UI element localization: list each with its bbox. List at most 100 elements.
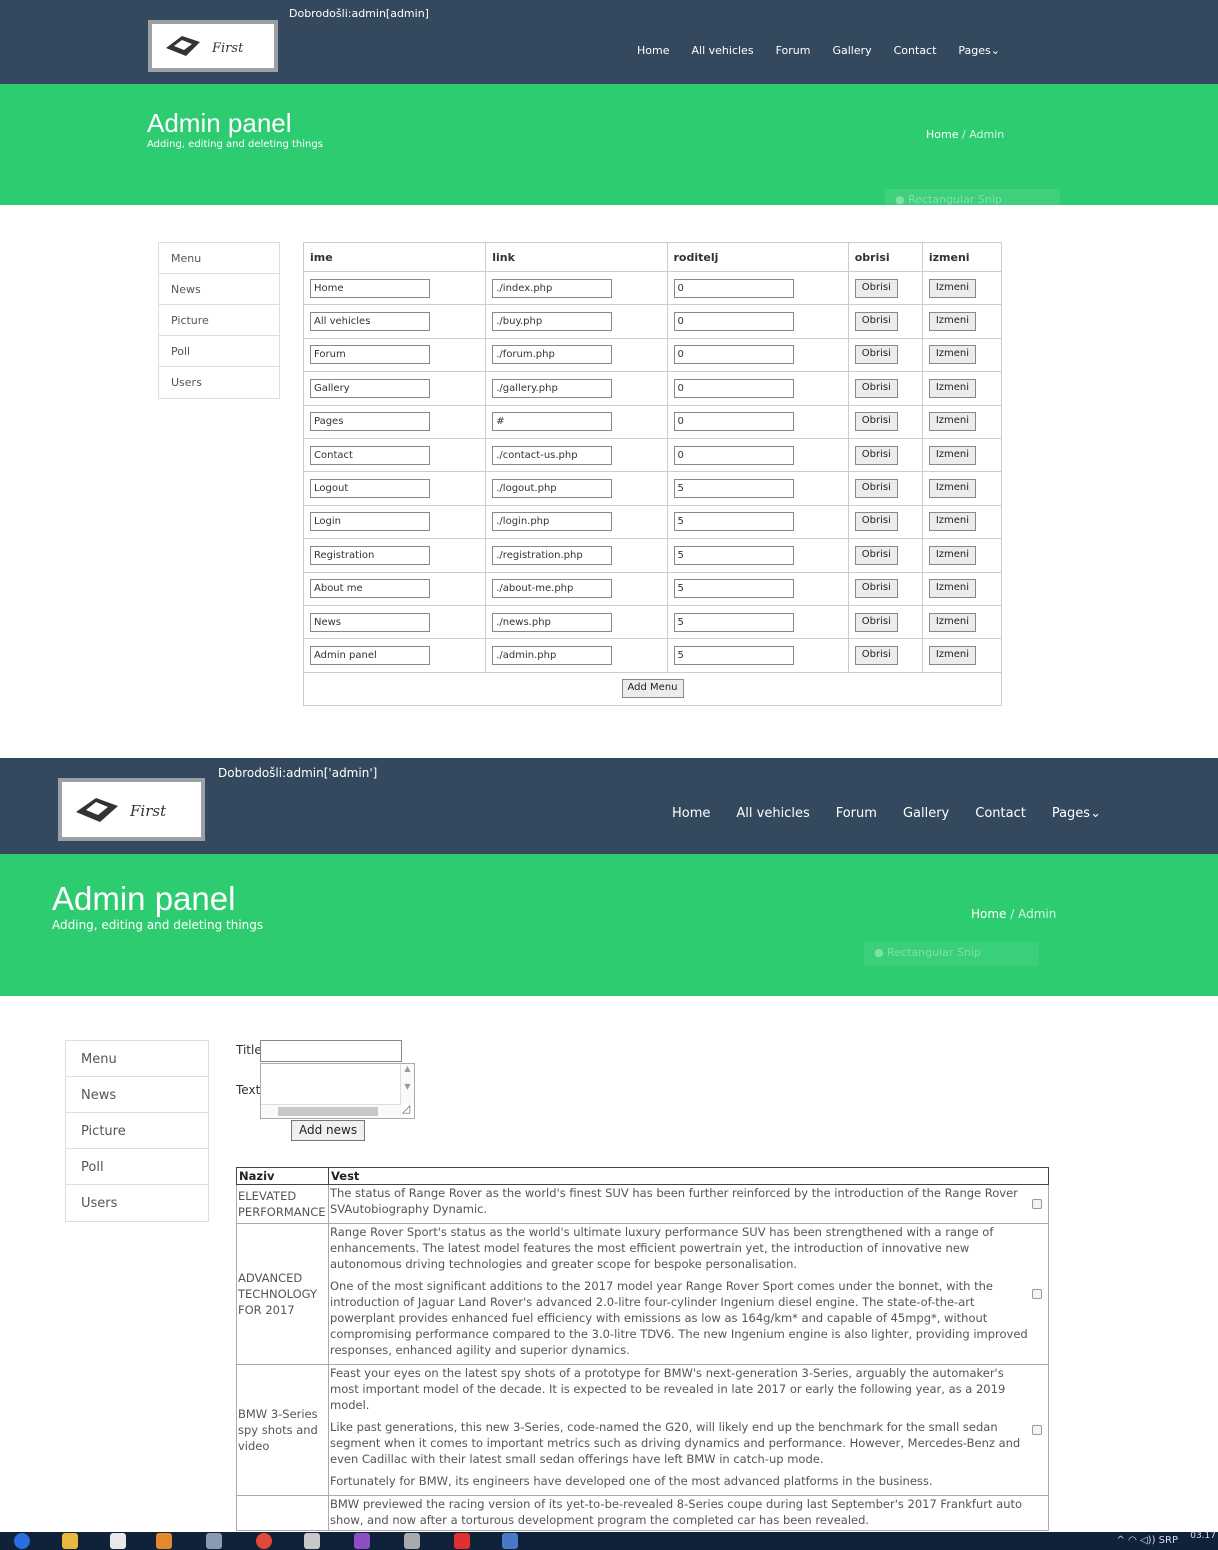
news-select-checkbox[interactable] <box>1032 1289 1042 1299</box>
sidebar-item-users[interactable]: Users <box>66 1185 208 1221</box>
edit-button[interactable]: Izmeni <box>928 412 977 432</box>
edit-button[interactable]: Izmeni <box>928 378 977 398</box>
nav-home[interactable]: Home <box>637 44 669 57</box>
ime-input[interactable] <box>310 445 430 465</box>
sidebar-item-news[interactable]: News <box>66 1077 208 1113</box>
roditelj-input[interactable] <box>673 445 794 465</box>
link-input[interactable] <box>492 378 613 398</box>
link-input[interactable] <box>492 412 613 432</box>
link-input[interactable] <box>492 345 613 365</box>
roditelj-input[interactable] <box>673 545 794 565</box>
ime-input[interactable] <box>310 512 430 532</box>
ime-input[interactable] <box>310 278 430 298</box>
edit-button[interactable]: Izmeni <box>928 345 977 365</box>
ime-input[interactable] <box>310 312 430 332</box>
link-input[interactable] <box>492 579 613 599</box>
ime-input[interactable] <box>310 345 430 365</box>
delete-button[interactable]: Obrisi <box>854 545 898 565</box>
text-textarea[interactable]: ▲ ▼ ◿ <box>260 1063 415 1119</box>
edit-button[interactable]: Izmeni <box>928 512 977 532</box>
chrome-icon[interactable] <box>256 1533 272 1549</box>
textarea-horizontal-scrollbar[interactable] <box>261 1104 401 1118</box>
ime-input[interactable] <box>310 545 430 565</box>
nav-pages[interactable]: Pages⌄ <box>958 44 1000 57</box>
nav-forum[interactable]: Forum <box>836 806 877 821</box>
link-input[interactable] <box>492 479 613 499</box>
nav-all-vehicles[interactable]: All vehicles <box>736 806 809 821</box>
paint-icon[interactable] <box>304 1533 320 1549</box>
nav-gallery[interactable]: Gallery <box>903 806 949 821</box>
sidebar-item-news[interactable]: News <box>159 274 279 305</box>
nav-contact[interactable]: Contact <box>975 806 1026 821</box>
folder-icon[interactable] <box>62 1533 78 1549</box>
roditelj-input[interactable] <box>673 579 794 599</box>
store-icon[interactable] <box>110 1533 126 1549</box>
word-icon[interactable] <box>502 1533 518 1549</box>
roditelj-input[interactable] <box>673 512 794 532</box>
app-icon[interactable] <box>206 1533 222 1549</box>
resize-grip-icon[interactable]: ◿ <box>398 1102 414 1118</box>
roditelj-input[interactable] <box>673 378 794 398</box>
edit-button[interactable]: Izmeni <box>928 312 977 332</box>
site-logo-2[interactable]: First <box>58 778 205 841</box>
edit-button[interactable]: Izmeni <box>928 545 977 565</box>
link-input[interactable] <box>492 545 613 565</box>
ime-input[interactable] <box>310 579 430 599</box>
edit-button[interactable]: Izmeni <box>928 645 977 665</box>
roditelj-input[interactable] <box>673 278 794 298</box>
scroll-thumb[interactable] <box>278 1107 378 1116</box>
link-input[interactable] <box>492 445 613 465</box>
sidebar-item-poll[interactable]: Poll <box>159 336 279 367</box>
news-select-checkbox[interactable] <box>1032 1199 1042 1209</box>
xampp-icon[interactable] <box>156 1533 172 1549</box>
edit-button[interactable]: Izmeni <box>928 479 977 499</box>
edit-button[interactable]: Izmeni <box>928 445 977 465</box>
add-news-button[interactable]: Add news <box>291 1120 366 1141</box>
sidebar-item-menu[interactable]: Menu <box>66 1041 208 1077</box>
site-logo[interactable]: First <box>148 20 278 72</box>
roditelj-input[interactable] <box>673 479 794 499</box>
clock[interactable]: 03.17 <box>1190 1531 1216 1541</box>
roditelj-input[interactable] <box>673 345 794 365</box>
delete-button[interactable]: Obrisi <box>854 412 898 432</box>
delete-button[interactable]: Obrisi <box>854 645 898 665</box>
visual-studio-icon[interactable] <box>354 1533 370 1549</box>
delete-button[interactable]: Obrisi <box>854 512 898 532</box>
nav-pages[interactable]: Pages⌄ <box>1052 806 1101 821</box>
notepad-icon[interactable] <box>404 1533 420 1549</box>
ime-input[interactable] <box>310 645 430 665</box>
nav-all-vehicles[interactable]: All vehicles <box>692 44 754 57</box>
delete-button[interactable]: Obrisi <box>854 445 898 465</box>
ime-input[interactable] <box>310 479 430 499</box>
roditelj-input[interactable] <box>673 612 794 632</box>
sidebar-item-picture[interactable]: Picture <box>159 305 279 336</box>
edit-button[interactable]: Izmeni <box>928 278 977 298</box>
delete-button[interactable]: Obrisi <box>854 378 898 398</box>
ime-input[interactable] <box>310 412 430 432</box>
roditelj-input[interactable] <box>673 312 794 332</box>
link-input[interactable] <box>492 312 613 332</box>
news-select-checkbox[interactable] <box>1032 1425 1042 1435</box>
delete-button[interactable]: Obrisi <box>854 579 898 599</box>
roditelj-input[interactable] <box>673 645 794 665</box>
sidebar-item-menu[interactable]: Menu <box>159 243 279 274</box>
delete-button[interactable]: Obrisi <box>854 278 898 298</box>
link-input[interactable] <box>492 278 613 298</box>
roditelj-input[interactable] <box>673 412 794 432</box>
ime-input[interactable] <box>310 378 430 398</box>
language-indicator[interactable]: SRP <box>1159 1535 1178 1546</box>
edit-button[interactable]: Izmeni <box>928 579 977 599</box>
nav-forum[interactable]: Forum <box>776 44 811 57</box>
delete-button[interactable]: Obrisi <box>854 612 898 632</box>
link-input[interactable] <box>492 645 613 665</box>
delete-button[interactable]: Obrisi <box>854 345 898 365</box>
filezilla-icon[interactable] <box>454 1533 470 1549</box>
sidebar-item-picture[interactable]: Picture <box>66 1113 208 1149</box>
sidebar-item-poll[interactable]: Poll <box>66 1149 208 1185</box>
nav-gallery[interactable]: Gallery <box>832 44 871 57</box>
delete-button[interactable]: Obrisi <box>854 479 898 499</box>
edge-icon[interactable] <box>14 1533 30 1549</box>
link-input[interactable] <box>492 512 613 532</box>
breadcrumb-home[interactable]: Home <box>926 128 958 141</box>
title-input[interactable] <box>260 1040 402 1062</box>
